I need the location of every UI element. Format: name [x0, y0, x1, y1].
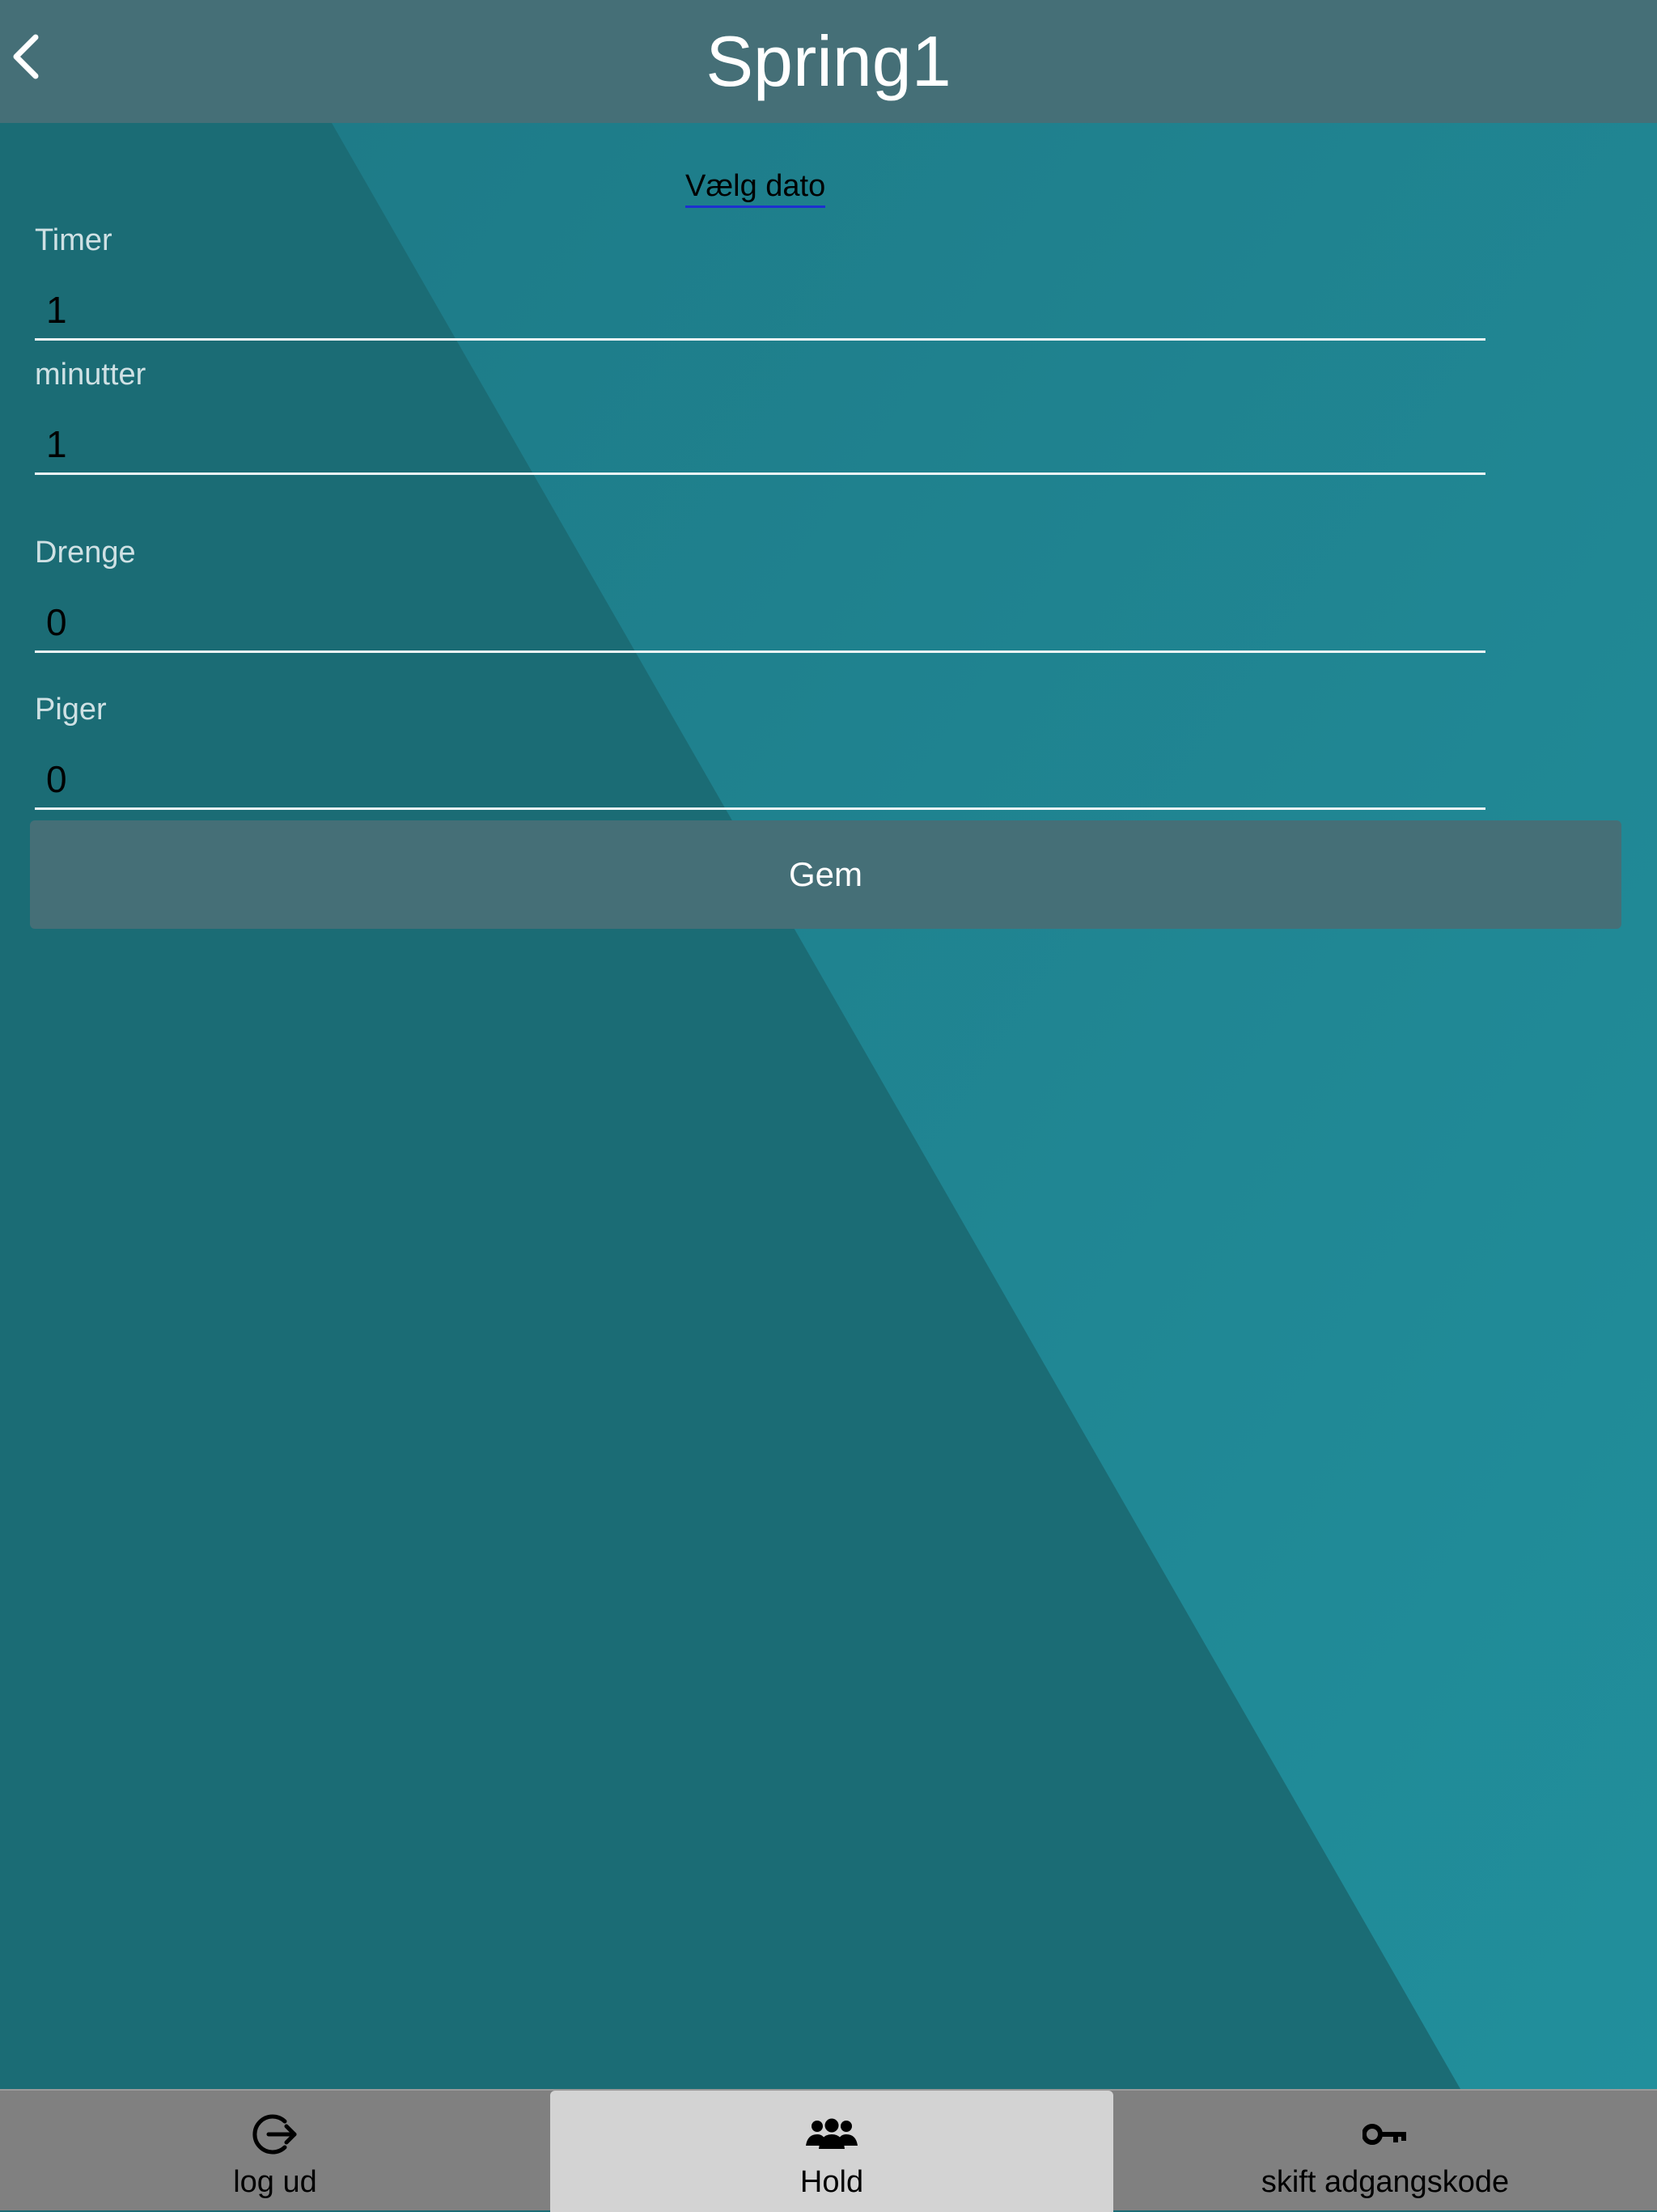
logout-icon — [251, 2110, 299, 2159]
girls-input[interactable] — [35, 750, 1485, 810]
hours-input[interactable] — [35, 281, 1485, 341]
minutes-label: minutter — [35, 358, 146, 392]
minutes-input[interactable] — [35, 415, 1485, 475]
tab-logout[interactable]: log ud — [0, 2091, 550, 2212]
tab-team-label: Hold — [799, 2165, 864, 2199]
page-title: Spring1 — [706, 21, 951, 101]
chevron-left-icon — [13, 34, 39, 79]
select-date-link[interactable]: Vælg dato — [685, 168, 826, 208]
tab-change-password-label: skift adgangskode — [1261, 2165, 1510, 2199]
tab-logout-label: log ud — [233, 2165, 317, 2199]
key-icon — [1362, 2110, 1408, 2159]
girls-label: Piger — [35, 693, 107, 727]
tab-bar: log ud Hold skift adgangskode — [0, 2089, 1657, 2212]
tab-change-password[interactable]: skift adgangskode — [1113, 2091, 1657, 2212]
back-button[interactable] — [0, 24, 49, 89]
hours-label: Timer — [35, 223, 112, 257]
boys-label: Drenge — [35, 536, 136, 570]
team-icon — [806, 2110, 858, 2159]
tab-team[interactable]: Hold — [550, 2091, 1113, 2212]
boys-input[interactable] — [35, 593, 1485, 653]
header-bar: Spring1 — [0, 0, 1657, 123]
save-button[interactable]: Gem — [30, 820, 1621, 929]
